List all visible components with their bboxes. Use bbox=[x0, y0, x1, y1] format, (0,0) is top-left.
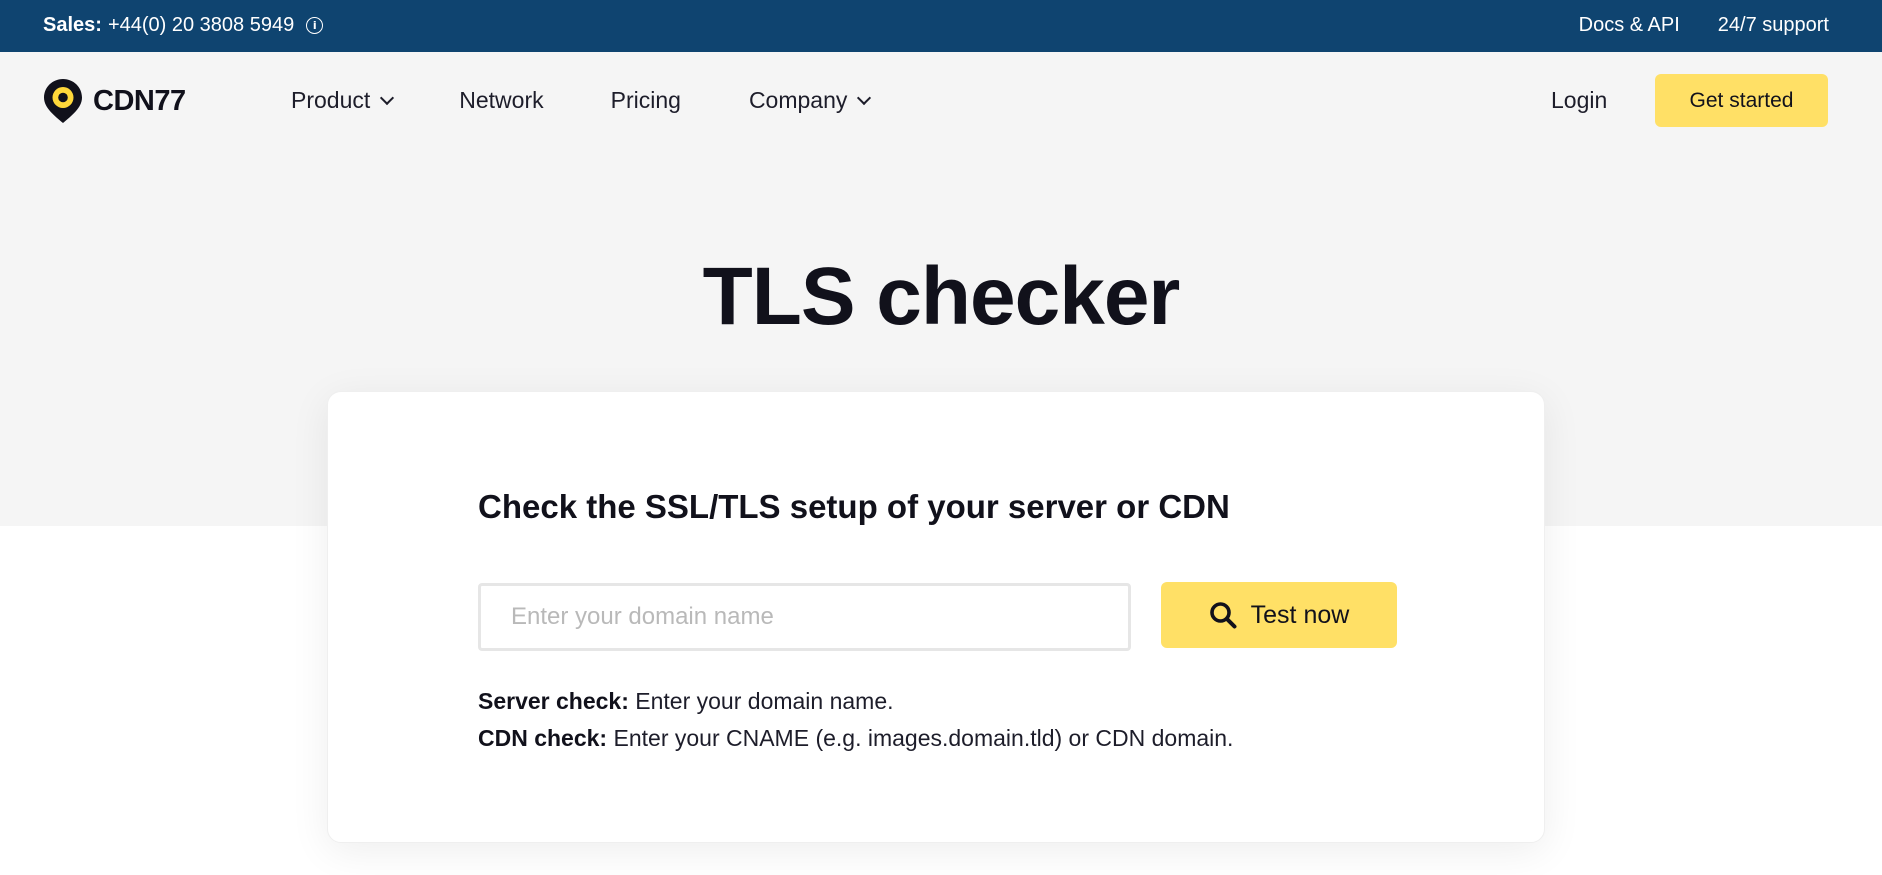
top-links: Docs & API 24/7 support bbox=[1579, 14, 1829, 37]
tls-checker-card: Check the SSL/TLS setup of your server o… bbox=[327, 391, 1545, 843]
info-icon[interactable]: i bbox=[306, 17, 324, 34]
nav-item-label: Network bbox=[459, 87, 544, 113]
hint-text: Enter your CNAME (e.g. images.domain.tld… bbox=[613, 725, 1234, 751]
nav-item-label: Product bbox=[291, 87, 371, 113]
nav-item-product[interactable]: Product bbox=[291, 87, 395, 114]
chevron-down-icon bbox=[857, 90, 872, 105]
nav-item-label: Company bbox=[748, 87, 848, 113]
domain-input[interactable] bbox=[478, 583, 1131, 651]
nav-item-label: Pricing bbox=[610, 87, 681, 113]
nav-menu: Product Network Pricing Company bbox=[291, 87, 872, 114]
server-check-hint: Server check: Enter your domain name. bbox=[478, 688, 894, 715]
login-link[interactable]: Login bbox=[1551, 87, 1607, 114]
hint-text: Enter your domain name. bbox=[635, 688, 894, 714]
location-pin-icon bbox=[44, 79, 82, 123]
search-icon bbox=[1209, 602, 1237, 629]
hint-label: CDN check: bbox=[478, 725, 608, 751]
chevron-down-icon bbox=[380, 90, 395, 105]
page-title: TLS checker bbox=[702, 251, 1181, 342]
checker-heading: Check the SSL/TLS setup of your server o… bbox=[478, 488, 1230, 525]
get-started-button[interactable]: Get started bbox=[1655, 74, 1828, 127]
logo-text: CDN77 bbox=[93, 84, 186, 117]
top-bar: Sales: +44(0) 20 3808 5949 i Docs & API … bbox=[0, 0, 1882, 52]
cdn-check-hint: CDN check: Enter your CNAME (e.g. images… bbox=[478, 725, 1233, 752]
test-now-button[interactable]: Test now bbox=[1161, 582, 1397, 648]
docs-api-link[interactable]: Docs & API bbox=[1579, 14, 1680, 37]
logo[interactable]: CDN77 bbox=[43, 78, 186, 124]
sales-phone[interactable]: +44(0) 20 3808 5949 bbox=[108, 14, 294, 37]
sales-label: Sales: bbox=[43, 14, 102, 36]
nav-item-company[interactable]: Company bbox=[748, 87, 872, 114]
support-link[interactable]: 24/7 support bbox=[1718, 14, 1829, 37]
hint-label: Server check: bbox=[478, 688, 629, 714]
test-now-label: Test now bbox=[1250, 600, 1350, 629]
sales-contact: Sales: +44(0) 20 3808 5949 i bbox=[43, 14, 324, 37]
nav-item-network[interactable]: Network bbox=[459, 87, 543, 114]
nav-item-pricing[interactable]: Pricing bbox=[611, 87, 681, 114]
main-nav: CDN77 Product Network Pricing Company Lo… bbox=[0, 52, 1882, 148]
